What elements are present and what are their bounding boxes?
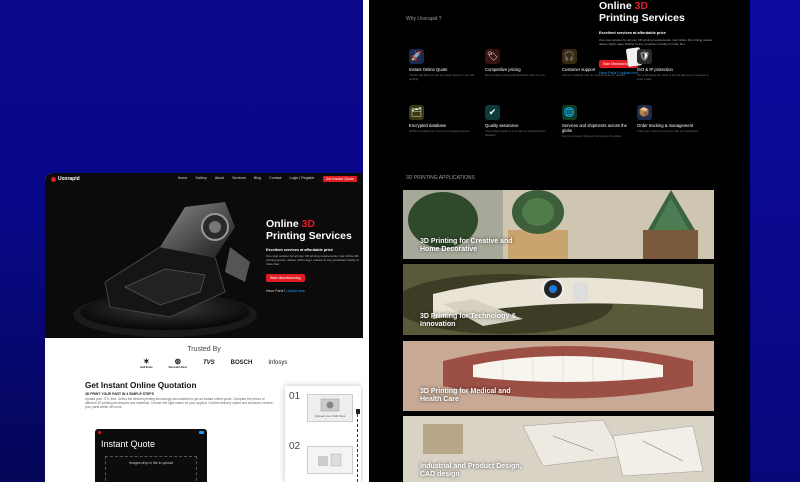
application-card-industrial[interactable]: Industrial and Product Design, CAD design <box>403 416 714 482</box>
step-card-1: Upload your CAD Files <box>307 394 353 422</box>
quotation-description: Upload your .STL files. Select the desir… <box>85 397 273 409</box>
get-quote-button[interactable]: Get Instant Quote <box>322 176 357 182</box>
nav-link-login[interactable]: Login | Register <box>290 176 315 182</box>
brand-logo-mercedes: ⊛ Mercedes-Benz <box>168 357 187 369</box>
feature-customer-support: 🎧 Customer support Connect instantly wit… <box>562 49 626 77</box>
start-manufacturing-button[interactable]: Start Manufacturing <box>266 274 305 282</box>
price-tag-icon: 🏷 <box>485 49 500 64</box>
brand-logo[interactable]: Uoxrapid <box>51 176 80 182</box>
instant-quote-app-preview: Instant Quote Images drop in file to upl… <box>95 429 207 482</box>
step-number-1: 01 <box>289 391 301 402</box>
feature-instant-quote: 🚀 Instant Online Quote Upload cad files … <box>409 49 475 81</box>
feature-encrypted-database: 🗂 Encrypted database All files uploaded … <box>409 105 471 133</box>
right-hero-description: One stop solution for all your 3D printi… <box>599 38 713 46</box>
hero-3d-printer-image <box>73 202 257 337</box>
application-label-medical: 3D Printing for Medical and Health Care <box>420 388 511 403</box>
app-logo-icon <box>98 430 101 434</box>
brand-logo-infosys: Infosys <box>268 360 288 366</box>
headset-icon: 🎧 <box>562 49 577 64</box>
application-card-medical[interactable]: 3D Printing for Medical and Health Care <box>403 341 714 411</box>
homepage-mockup: Uoxrapid Home Gallery About Services Blo… <box>45 173 363 482</box>
mercedes-star-icon: ⊛ <box>174 357 182 366</box>
nav-link-blog[interactable]: Blog <box>254 176 261 182</box>
tracking-icon: 📦 <box>637 105 652 120</box>
feature-ip-protection: 🛡 ISO & IP protection We understand the … <box>637 49 709 81</box>
application-label-industrial: Industrial and Product Design, CAD design <box>420 463 522 478</box>
application-card-creative[interactable]: 3D Printing for Creative and Home Decorat… <box>403 190 714 259</box>
application-label-creative: 3D Printing for Creative and Home Decorat… <box>420 238 513 253</box>
step-number-2: 02 <box>289 441 301 452</box>
brand-logo-tvs: TVS <box>203 360 215 366</box>
hero-text: Online 3D Printing Services Excellent se… <box>266 218 362 293</box>
nav-link-services[interactable]: Services <box>232 176 246 182</box>
rocket-icon: 🚀 <box>409 49 424 64</box>
right-hero-title: Online 3D Printing Services <box>599 0 685 24</box>
right-hero-subtitle: Excellent services at affordable price <box>599 31 666 35</box>
trusted-by-section: Trusted By ✶ iamFiltrate ⊛ Mercedes-Benz T… <box>45 338 363 378</box>
nav-link-about[interactable]: About <box>215 176 224 182</box>
globe-icon: 🌐 <box>562 105 577 120</box>
quotation-section: Get Instant Online Quotation 3D PRINT YO… <box>45 378 363 482</box>
trusted-title: Trusted By <box>187 346 221 353</box>
shield-icon: 🛡 <box>637 49 652 64</box>
applications-title: 3D PRINTING APPLICATIONS <box>406 175 475 181</box>
cad-file-icon <box>320 398 340 412</box>
application-label-technology: 3D Printing for Technology & Innovation <box>420 313 517 328</box>
features-page-mockup: Why Uoxrapid ? Online 3D Printing Servic… <box>369 0 750 482</box>
quotation-title: Get Instant Online Quotation <box>85 381 197 390</box>
top-nav: Uoxrapid Home Gallery About Services Blo… <box>45 173 363 185</box>
step-card-2 <box>307 446 353 474</box>
upload-prompt: Have Parts? Upload now <box>266 289 305 293</box>
hero-description: One stop solution for all your 3D printi… <box>266 254 360 266</box>
nav-links: Home Gallery About Services Blog Contact… <box>178 176 357 182</box>
step-progress-handle[interactable] <box>356 409 360 414</box>
database-icon: 🗂 <box>409 105 424 120</box>
app-topbar <box>95 429 207 435</box>
upload-link[interactable]: Upload now <box>286 289 304 293</box>
why-label: Why Uoxrapid ? <box>406 16 442 22</box>
nav-link-contact[interactable]: Contact <box>269 176 281 182</box>
hero-title: Online 3D Printing Services <box>266 218 352 242</box>
app-topbar-button[interactable] <box>199 430 204 434</box>
quality-icon: ✔ <box>485 105 500 120</box>
background-right-band <box>750 0 800 482</box>
feature-global-shipping: 🌐 Services and shipments across the glob… <box>562 105 627 138</box>
hero-subtitle: Excellent services at affordable price <box>266 248 333 252</box>
feature-order-tracking: 📦 Order tracking & management Track your… <box>637 105 699 133</box>
feature-quality-assurance: ✔ Quality assurance The printed quality … <box>485 105 546 137</box>
nav-link-gallery[interactable]: Gallery <box>195 176 206 182</box>
brand-logos: ✶ iamFiltrate ⊛ Mercedes-Benz TVS BOSCH In… <box>140 357 287 369</box>
application-card-technology[interactable]: 3D Printing for Technology & Innovation <box>403 264 714 335</box>
material-selection-icon <box>318 453 342 467</box>
instant-quote-title: Instant Quote <box>101 439 156 449</box>
steps-panel: 01 Upload your CAD Files 02 <box>285 386 361 482</box>
brand-logo-bosch: BOSCH <box>230 360 253 366</box>
quotation-subtitle: 3D PRINT YOUR PART IN 4 SIMPLE STEPS <box>85 392 154 396</box>
feature-competitive-pricing: 🏷 Competitive pricing Best in class pric… <box>485 49 546 77</box>
step-progress-track[interactable] <box>357 409 359 482</box>
hero-section: Uoxrapid Home Gallery About Services Blo… <box>45 173 363 338</box>
star-logo-icon: ✶ <box>142 357 150 366</box>
nav-link-home[interactable]: Home <box>178 176 188 182</box>
brand-logo-filtrate: ✶ iamFiltrate <box>140 357 153 369</box>
file-drop-zone[interactable]: Images drop in file to upload <box>105 456 197 482</box>
